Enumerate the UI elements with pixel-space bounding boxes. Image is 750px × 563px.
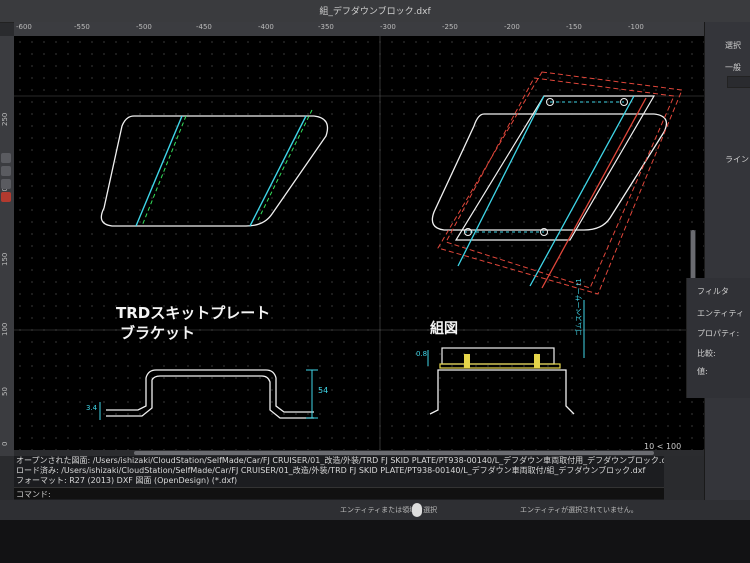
command-line-input[interactable]: コマンド: (14, 487, 664, 499)
ruler-tick: -350 (318, 23, 334, 31)
property-label: プロパティ: (697, 329, 740, 338)
filter-panel: フィルタ エンティティ プロパティ: 比較: 値: (686, 278, 750, 398)
select-tool-icon[interactable] (1, 153, 11, 163)
circle-tool-icon[interactable] (1, 179, 11, 189)
panel-field[interactable] (727, 76, 750, 88)
right-cyan-line-2 (529, 95, 635, 287)
drawing-canvas[interactable]: TRDスキットプレート ブラケット 組図 54 3.4 0.8 ゴムスペーサー … (14, 36, 704, 450)
ruler-tick: -500 (136, 23, 152, 31)
dimension-text-54: 54 (318, 386, 329, 395)
label-bracket: ブラケット (120, 324, 196, 342)
ruler-tick: -450 (196, 23, 212, 31)
title-bar: 組_デフダウンブロック.dxf (0, 0, 750, 23)
left-green-dash (141, 115, 187, 227)
console-line: オープンされた図面: /Users/ishizaki/CloudStation/… (16, 456, 664, 465)
line-label: ライン (725, 155, 749, 164)
dimension-text-spacer: ゴムスペーサー t1 (575, 278, 583, 336)
filter-title: フィルタ (697, 287, 729, 296)
app-window: 組_デフダウンブロック.dxf -600 -550 -500 -450 -400… (0, 0, 750, 520)
scrollbar-thumb[interactable] (134, 451, 654, 455)
dimension-text-34: 3.4 (86, 404, 98, 412)
ruler-tick: -400 (258, 23, 274, 31)
bolt-left (464, 354, 470, 368)
left-toolbar (0, 150, 12, 230)
dimension-text-08: 0.8 (416, 350, 428, 358)
label-skid-plate: TRDスキットプレート (116, 304, 271, 322)
property-panel: 選択 一般 ライン (704, 22, 750, 500)
value-label: 値: (697, 367, 708, 376)
modify-tool-icon[interactable] (1, 192, 11, 202)
horizontal-ruler: -600 -550 -500 -450 -400 -350 -300 -250 … (14, 22, 724, 37)
line-tool-icon[interactable] (1, 166, 11, 176)
command-label: コマンド: (16, 490, 51, 499)
ruler-tick: -150 (566, 23, 582, 31)
left-cyan-line-2 (249, 115, 307, 227)
bolt-right (534, 354, 540, 368)
select-label: 選択 (725, 41, 741, 50)
console-line: ロード済み: /Users/ishizaki/CloudStation/Self… (16, 466, 646, 475)
entity-label: エンティティ (697, 309, 745, 318)
left-plate-outline (100, 115, 329, 227)
left-cyan-line (135, 115, 183, 227)
rubber-spacer (439, 363, 561, 369)
ruler-tick: 250 (1, 112, 9, 126)
status-bar: エンティティまたは領域を選択 エンティティが選択されていません。 (0, 500, 750, 520)
left-green-dash-2 (257, 109, 313, 221)
ruler-tick: 100 (1, 322, 9, 336)
ruler-tick: -600 (16, 23, 32, 31)
label-assembly: 組図 (430, 321, 458, 337)
ruler-tick: -250 (442, 23, 458, 31)
assembly-bracket (429, 369, 575, 415)
ruler-tick: -550 (74, 23, 90, 31)
right-red-line (541, 97, 647, 289)
ruler-tick: 150 (1, 252, 9, 266)
console-line: フォーマット: R27 (2013) DXF 図面 (OpenDesign) (… (16, 476, 238, 485)
ruler-tick: 0 (1, 441, 9, 446)
compare-label: 比較: (697, 349, 716, 358)
red-dash-outline-2 (437, 71, 683, 295)
ruler-tick: -200 (504, 23, 520, 31)
cad-drawing (14, 36, 704, 450)
status-hint: エンティティまたは領域を選択 (340, 506, 438, 514)
ruler-tick: 50 (1, 387, 9, 396)
vertical-ruler: 250 200 150 100 50 0 (0, 36, 15, 456)
ruler-tick: -100 (628, 23, 644, 31)
ruler-tick: -300 (380, 23, 396, 31)
status-selection: エンティティが選択されていません。 (520, 506, 638, 514)
mouse-icon (412, 503, 422, 517)
window-title: 組_デフダウンブロック.dxf (319, 7, 431, 17)
general-label: 一般 (725, 63, 741, 72)
